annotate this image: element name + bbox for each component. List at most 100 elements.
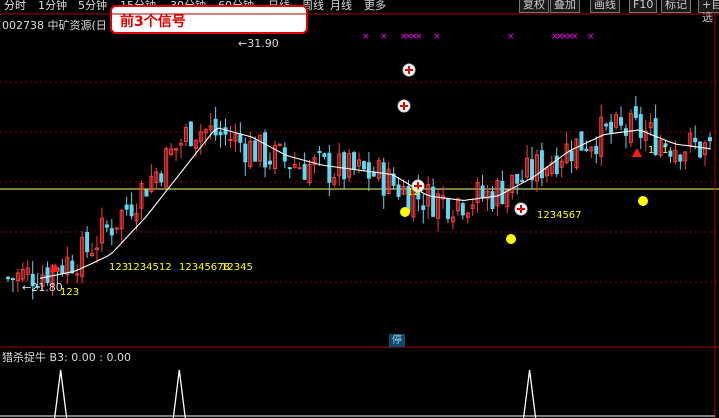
candle-body-103 — [515, 173, 520, 184]
candle-body-63 — [317, 150, 322, 154]
signal-text-7: 12 — [407, 187, 420, 198]
candle-body-122 — [609, 121, 614, 134]
indicator-b3-label: B3: — [49, 351, 68, 364]
candle-body-48 — [243, 143, 248, 163]
candle-body-13 — [70, 260, 75, 274]
candle-body-1 — [10, 278, 15, 281]
candle-body-119 — [594, 145, 599, 155]
indicator-sep: : — [99, 351, 103, 364]
candle-body-142 — [708, 137, 712, 142]
candle-body-128 — [638, 114, 643, 138]
signal-text-9: 1 — [648, 145, 655, 156]
candle-body-59 — [297, 167, 302, 170]
candle-body-139 — [693, 137, 698, 143]
signal-text-6: 123 — [60, 287, 80, 298]
candle-body-117 — [584, 148, 589, 152]
x-marker-0: × — [362, 32, 370, 42]
red-triangle-0 — [50, 263, 60, 272]
yellow-dot-1 — [506, 234, 516, 244]
candle-body-89 — [445, 198, 450, 219]
signal-text-2: 12345 — [127, 262, 159, 273]
candle-body-100 — [500, 180, 505, 205]
candle-body-136 — [678, 154, 683, 162]
low-arrow: ← — [22, 281, 32, 294]
candle-body-124 — [619, 117, 624, 126]
candle-body-16 — [85, 232, 90, 253]
candle-body-53 — [268, 160, 273, 165]
candle-body-0 — [6, 276, 10, 280]
indicator-spike-1 — [172, 369, 186, 418]
candle-body-37 — [188, 121, 193, 147]
candle-body-76 — [381, 162, 386, 196]
x-marker-12: × — [571, 32, 579, 42]
candle-body-121 — [604, 123, 609, 127]
candle-body-127 — [633, 106, 638, 118]
candle-body-65 — [327, 152, 332, 183]
candle-body-60 — [302, 164, 307, 180]
candle-body-134 — [668, 150, 673, 157]
candle-body-14 — [75, 273, 80, 276]
candle-body-31 — [159, 173, 164, 183]
candle-body-98 — [490, 191, 495, 210]
indicator-b3-value: 0.00 — [71, 351, 96, 364]
candle-body-11 — [60, 265, 65, 274]
x-marker-6: × — [433, 32, 441, 42]
yellow-dot-0 — [400, 207, 410, 217]
x-marker-13: × — [587, 32, 595, 42]
low-value: 21.80 — [31, 281, 63, 294]
candle-body-84 — [421, 205, 426, 210]
x-marker-1: × — [380, 32, 388, 42]
high-arrow: ← — [238, 37, 248, 50]
candle-body-44 — [223, 127, 228, 135]
indicator-spike-0 — [54, 369, 68, 418]
candle-body-114 — [569, 150, 574, 162]
candle-body-140 — [698, 141, 703, 158]
indicator-label: 猎杀捉牛 B3: 0.00 : 0.00 — [2, 349, 131, 365]
ma-line — [39, 127, 711, 279]
signal-text-5: 12345 — [221, 262, 253, 273]
signal-text-3: 12 — [159, 262, 172, 273]
indicator-spikes — [0, 369, 715, 418]
candle-body-55 — [277, 143, 282, 146]
candle-body-116 — [579, 131, 584, 151]
candle-body-22 — [114, 227, 119, 230]
candle-body-64 — [322, 153, 327, 157]
candle-body-79 — [396, 184, 401, 197]
candle-body-50 — [253, 140, 258, 162]
candle-body-20 — [104, 224, 109, 228]
candle-body-68 — [342, 152, 347, 180]
price-high-label: ←31.90 — [238, 37, 279, 50]
candle-body-86 — [431, 186, 436, 217]
indicator-spike-2 — [522, 369, 537, 418]
candle-body-21 — [109, 228, 114, 236]
candle-body-92 — [460, 203, 465, 216]
candle-body-28 — [144, 189, 149, 197]
candle-body-24 — [124, 204, 129, 210]
indicator-b3-value2: 0.00 — [106, 351, 131, 364]
candle-body-43 — [218, 131, 223, 136]
candle-body-25 — [129, 204, 134, 217]
candle-body-74 — [371, 172, 376, 177]
signal-text-10: 1 — [662, 145, 669, 156]
stop-badge: 停 — [389, 334, 405, 347]
candle-body-45 — [228, 139, 233, 142]
x-marker-5: × — [415, 32, 423, 42]
candle-body-52 — [263, 132, 268, 168]
signal-text-1: 123 — [109, 262, 129, 273]
candle-body-73 — [366, 162, 371, 179]
red-triangle-1 — [632, 148, 642, 157]
candle-body-108 — [539, 150, 544, 179]
candle-body-72 — [361, 161, 366, 170]
candle-body-47 — [238, 134, 243, 143]
high-value: 31.90 — [247, 37, 279, 50]
price-low-label: ←21.80 — [22, 281, 63, 294]
indicator-name: 猎杀捉牛 — [2, 351, 46, 364]
candle-body-104 — [520, 179, 525, 182]
signal-text-8: 1234567 — [537, 210, 582, 221]
candle-body-42 — [213, 118, 218, 136]
candle-body-70 — [352, 152, 357, 170]
x-marker-7: × — [507, 32, 515, 42]
yellow-dot-2 — [638, 196, 648, 206]
candle-body-57 — [287, 167, 292, 170]
candle-body-96 — [480, 185, 485, 199]
